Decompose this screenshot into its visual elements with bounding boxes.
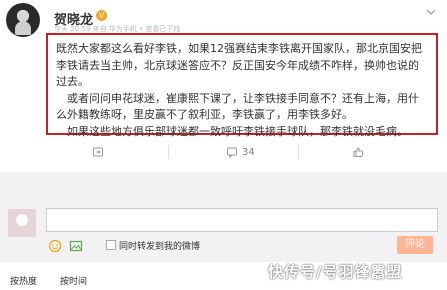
post-paragraph: 如果这些地方俱乐部球迷都一致呼吁李铁接手球队，那李铁就没毛病。	[67, 124, 408, 138]
forward-button[interactable]	[92, 144, 108, 160]
action-divider	[168, 145, 169, 159]
comment-input[interactable]	[46, 208, 438, 232]
comment-button[interactable]: 34	[226, 144, 255, 160]
verified-badge: V	[96, 10, 107, 21]
post-paragraph: 或者问问申花球迷，崔康熙下课了，让李铁接手同意不？还有上海，用什么外籍教练呀，里…	[56, 91, 419, 122]
more-icon[interactable]	[425, 6, 437, 18]
submit-comment-button[interactable]: 评论	[397, 236, 433, 254]
like-button[interactable]	[352, 144, 368, 160]
tab-hot[interactable]: 按热度	[10, 274, 37, 287]
tab-time[interactable]: 按时间	[60, 274, 87, 287]
like-icon	[353, 147, 364, 157]
watermark: 快传号/号羽锋嚣盟	[268, 263, 403, 281]
post-content-highlight: 既然大家都这么看好李铁，如果12强赛结束李铁离开国家队，那北京国安把李铁请去当主…	[46, 33, 438, 138]
author-avatar[interactable]	[6, 3, 40, 37]
repost-label: 同时转发到我的微博	[119, 242, 201, 252]
image-icon[interactable]	[69, 238, 83, 252]
post-paragraph: 既然大家都这么看好李铁，如果12强赛结束李铁离开国家队，那北京国安把李铁请去当主…	[56, 42, 422, 88]
repost-checkbox[interactable]	[106, 240, 116, 250]
user-avatar	[8, 209, 36, 237]
comment-area: 同时转发到我的微博 评论	[0, 172, 447, 262]
post-actions: 34	[0, 140, 447, 164]
comment-count: 34	[242, 146, 255, 158]
emoji-icon[interactable]	[48, 238, 62, 253]
post-text: 既然大家都这么看好李铁，如果12强赛结束李铁离开国家队，那北京国安把李铁请去当主…	[56, 41, 428, 140]
action-divider	[298, 145, 299, 159]
forward-icon	[93, 147, 103, 157]
comment-icon	[227, 147, 237, 158]
